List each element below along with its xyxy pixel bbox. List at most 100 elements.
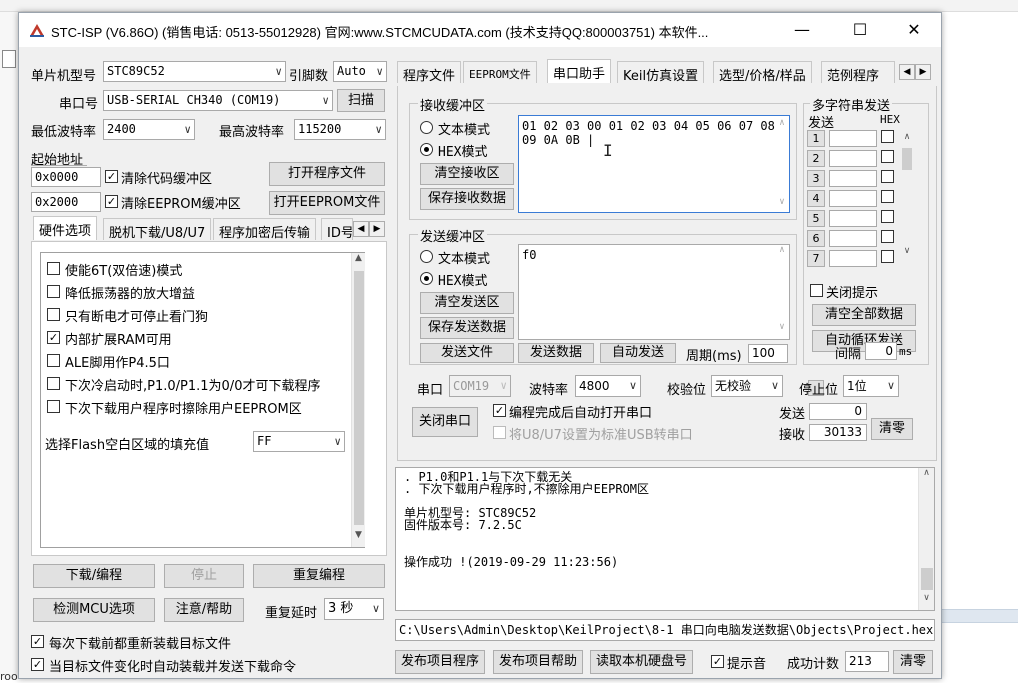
option-checkbox[interactable] bbox=[47, 285, 60, 298]
tab-eeprom-file[interactable]: EEPROM文件 bbox=[463, 61, 537, 83]
publish-program-button[interactable]: 发布项目程序 bbox=[395, 650, 485, 674]
scroll-up-icon[interactable]: ∧ bbox=[919, 468, 934, 485]
clear-receive-button[interactable]: 清空接收区 bbox=[420, 163, 514, 185]
check-mcu-options-button[interactable]: 检测MCU选项 bbox=[33, 598, 155, 622]
multi-send-row-button[interactable]: 5 bbox=[807, 210, 825, 227]
scroll-down-icon[interactable]: ∨ bbox=[775, 195, 789, 212]
reload-before-download-checkbox[interactable]: ✓ bbox=[31, 635, 44, 648]
scroll-down-icon[interactable]: ∨ bbox=[900, 246, 914, 260]
scroll-down-icon[interactable]: ▼ bbox=[352, 530, 365, 547]
multi-send-row-hex-checkbox[interactable] bbox=[881, 130, 894, 143]
send-text-mode-radio[interactable] bbox=[420, 250, 433, 263]
stop-button[interactable]: 停止 bbox=[164, 564, 244, 588]
close-serial-port-button[interactable]: 关闭串口 bbox=[412, 407, 478, 437]
interval-input[interactable]: 0 bbox=[865, 342, 897, 360]
save-send-button[interactable]: 保存发送数据 bbox=[420, 317, 514, 339]
max-baud-select[interactable]: 115200 ∨ bbox=[294, 119, 386, 140]
send-file-button[interactable]: 发送文件 bbox=[420, 343, 514, 363]
min-baud-select[interactable]: 2400 ∨ bbox=[103, 119, 195, 140]
multi-send-row-hex-checkbox[interactable] bbox=[881, 150, 894, 163]
clear-code-buffer-checkbox[interactable]: ✓ bbox=[105, 170, 118, 183]
tab-keil-sim-settings[interactable]: Keil仿真设置 bbox=[617, 61, 705, 84]
multi-send-row-input[interactable] bbox=[829, 230, 877, 247]
auto-reload-checkbox[interactable]: ✓ bbox=[31, 658, 44, 671]
clear-all-data-button[interactable]: 清空全部数据 bbox=[812, 304, 916, 326]
receive-text-mode-radio[interactable] bbox=[420, 121, 433, 134]
close-button[interactable]: ✕ bbox=[891, 13, 937, 47]
multi-send-row-button[interactable]: 3 bbox=[807, 170, 825, 187]
scroll-thumb[interactable] bbox=[902, 148, 912, 170]
clear-success-count-button[interactable]: 清零 bbox=[893, 650, 933, 674]
option-checkbox[interactable] bbox=[47, 308, 60, 321]
multi-send-row-button[interactable]: 6 bbox=[807, 230, 825, 247]
save-receive-button[interactable]: 保存接收数据 bbox=[420, 188, 514, 210]
port-select[interactable]: USB-SERIAL CH340 (COM19) ∨ bbox=[103, 90, 333, 111]
scroll-up-icon[interactable]: ∧ bbox=[900, 132, 914, 146]
multi-send-row-button[interactable]: 4 bbox=[807, 190, 825, 207]
scroll-up-icon[interactable]: ∧ bbox=[775, 245, 789, 262]
minimize-button[interactable]: — bbox=[779, 13, 825, 47]
option-checkbox[interactable] bbox=[47, 400, 60, 413]
open-eeprom-file-button[interactable]: 打开EEPROM文件 bbox=[269, 191, 385, 215]
tab-program-file[interactable]: 程序文件 bbox=[397, 61, 462, 84]
pins-select[interactable]: Auto ∨ bbox=[333, 61, 387, 82]
scroll-up-icon[interactable]: ∧ bbox=[775, 116, 789, 133]
multi-send-row-input[interactable] bbox=[829, 170, 877, 187]
tab-scroll-right-icon[interactable]: ▶ bbox=[915, 64, 931, 80]
option-checkbox[interactable] bbox=[47, 377, 60, 390]
multi-send-row-button[interactable]: 1 bbox=[807, 130, 825, 147]
clear-eeprom-buffer-checkbox[interactable]: ✓ bbox=[105, 195, 118, 208]
tab-offline-download[interactable]: 脱机下载/U8/U7 bbox=[103, 218, 212, 241]
multi-send-row-input[interactable] bbox=[829, 190, 877, 207]
send-hex-mode-radio[interactable] bbox=[420, 272, 433, 285]
reprogram-button[interactable]: 重复编程 bbox=[253, 564, 385, 588]
tab-scroll-left-icon[interactable]: ◀ bbox=[899, 64, 915, 80]
tab-hardware-options[interactable]: 硬件选项 bbox=[33, 216, 98, 240]
log-scrollbar[interactable]: ∧ ∨ bbox=[918, 468, 934, 610]
tab-serial-assistant[interactable]: 串口助手 bbox=[547, 59, 612, 83]
send-scrollbar[interactable]: ∧ ∨ bbox=[775, 245, 789, 339]
send-data-button[interactable]: 发送数据 bbox=[518, 343, 594, 363]
scroll-down-icon[interactable]: ∨ bbox=[919, 593, 934, 610]
tab-selection-price[interactable]: 选型/价格/样品 bbox=[713, 61, 812, 84]
tab-encrypted-transfer[interactable]: 程序加密后传输 bbox=[213, 218, 317, 241]
multi-send-row-hex-checkbox[interactable] bbox=[881, 230, 894, 243]
scan-button[interactable]: 扫描 bbox=[337, 89, 385, 112]
tab-scroll-left-icon[interactable]: ◀ bbox=[353, 221, 369, 237]
multi-send-row-hex-checkbox[interactable] bbox=[881, 250, 894, 263]
receive-textarea[interactable]: 01 02 03 00 01 02 03 04 05 06 07 08 09 0… bbox=[518, 115, 790, 213]
multi-send-row-button[interactable]: 2 bbox=[807, 150, 825, 167]
receive-scrollbar[interactable]: ∧ ∨ bbox=[775, 116, 789, 212]
publish-help-button[interactable]: 发布项目帮助 bbox=[493, 650, 583, 674]
address1-input[interactable]: 0x0000 bbox=[31, 167, 101, 187]
multi-send-row-input[interactable] bbox=[829, 150, 877, 167]
period-input[interactable]: 100 bbox=[748, 344, 788, 363]
receive-hex-mode-radio[interactable] bbox=[420, 143, 433, 156]
open-program-file-button[interactable]: 打开程序文件 bbox=[269, 162, 385, 186]
serial-port-select[interactable]: COM19 ∨ bbox=[449, 375, 511, 397]
multi-send-row-input[interactable] bbox=[829, 130, 877, 147]
help-button[interactable]: 注意/帮助 bbox=[164, 598, 244, 622]
multi-send-row-hex-checkbox[interactable] bbox=[881, 170, 894, 183]
maximize-button[interactable]: ☐ bbox=[837, 13, 883, 47]
clear-counts-button[interactable]: 清零 bbox=[871, 418, 913, 440]
scroll-thumb[interactable] bbox=[921, 568, 933, 590]
baud-rate-select[interactable]: 4800 ∨ bbox=[575, 375, 641, 397]
option-checkbox[interactable] bbox=[47, 262, 60, 275]
clear-send-button[interactable]: 清空发送区 bbox=[420, 292, 514, 314]
scroll-up-icon[interactable]: ▲ bbox=[352, 253, 365, 270]
parity-select[interactable]: 无校验 ∨ bbox=[711, 375, 783, 397]
send-textarea[interactable]: f0 ∧ ∨ bbox=[518, 244, 790, 340]
tab-scroll-right-icon[interactable]: ▶ bbox=[369, 221, 385, 237]
read-disk-id-button[interactable]: 读取本机硬盘号 bbox=[590, 650, 693, 674]
tab-id-number[interactable]: ID号 bbox=[321, 218, 353, 240]
scroll-down-icon[interactable]: ∨ bbox=[775, 322, 789, 339]
download-program-button[interactable]: 下载/编程 bbox=[33, 564, 155, 588]
close-hint-checkbox[interactable] bbox=[810, 284, 823, 297]
address2-input[interactable]: 0x2000 bbox=[31, 192, 101, 212]
option-checkbox[interactable] bbox=[47, 354, 60, 367]
multi-send-row-hex-checkbox[interactable] bbox=[881, 190, 894, 203]
u8u7-usb-checkbox[interactable] bbox=[493, 426, 506, 439]
multi-send-row-hex-checkbox[interactable] bbox=[881, 210, 894, 223]
multi-send-row-button[interactable]: 7 bbox=[807, 250, 825, 267]
